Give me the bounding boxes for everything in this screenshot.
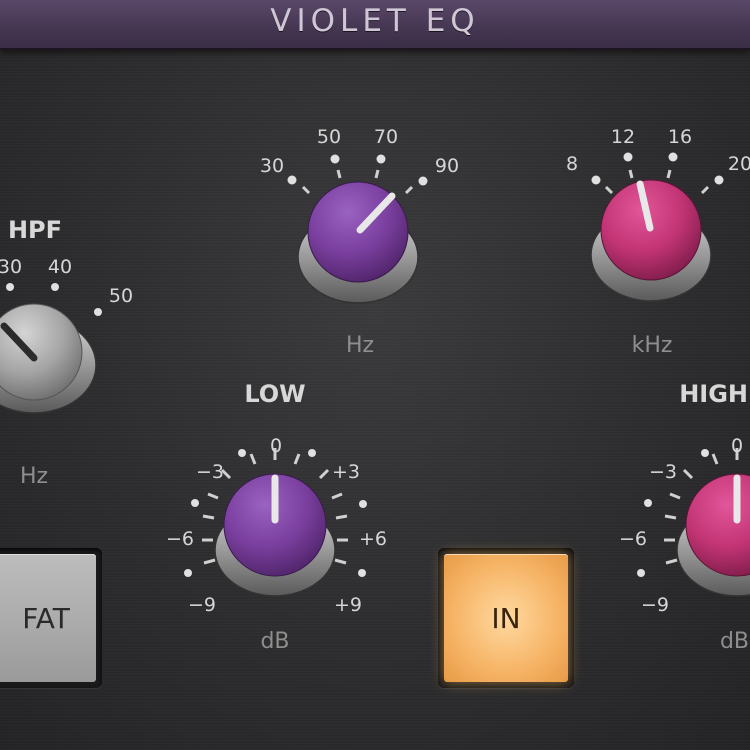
low-gain-tick-label: −9: [188, 594, 216, 616]
low-gain-tick-dot: [184, 569, 192, 577]
hpf-unit: Hz: [20, 464, 48, 489]
mid-freq-knob[interactable]: [297, 181, 419, 304]
high-gain-tick-label: 0: [731, 435, 743, 457]
low-gain-knob-group: LOW −3 0 +3 −6 +6 −9 +9 dB: [166, 380, 387, 654]
high-freq-tick-line: [666, 169, 672, 179]
low-gain-tick-label: +6: [359, 528, 387, 550]
low-gain-tick-label: 0: [270, 435, 282, 457]
hpf-label: HPF: [8, 216, 62, 244]
high-label: HIGH: [679, 380, 748, 408]
high-freq-tick-label: 12: [611, 126, 635, 148]
high-gain-tick-line: [682, 468, 694, 480]
high-freq-tick-dot: [668, 152, 678, 162]
low-gain-tick-dot: [238, 449, 246, 457]
mid-freq-tick-label: 50: [317, 126, 341, 148]
mid-freq-tick-label: 30: [260, 155, 284, 177]
mid-freq-knob-group: 30 50 70 90 Hz: [260, 126, 459, 358]
low-gain-tick-line: [207, 492, 219, 500]
high-freq-tick-dot: [623, 152, 633, 162]
low-gain-tick-line: [331, 492, 343, 500]
mid-freq-tick-dot: [330, 154, 340, 164]
high-gain-tick-dot: [701, 449, 709, 457]
high-freq-tick-line: [628, 169, 634, 179]
high-freq-tick-label: 16: [668, 126, 692, 148]
mid-freq-tick-label: 70: [374, 126, 398, 148]
low-gain-tick-dot: [191, 499, 199, 507]
high-gain-tick-dot: [637, 569, 645, 577]
mid-freq-tick-line: [336, 169, 342, 179]
hpf-knob[interactable]: [0, 303, 97, 414]
mid-freq-tick-line: [301, 185, 311, 195]
hpf-tick-dot: [94, 308, 102, 316]
low-gain-tick-line: [334, 558, 347, 565]
high-freq-tick-label: 20: [728, 153, 750, 175]
low-gain-tick-line: [318, 468, 330, 480]
hpf-tick-label: 30: [0, 256, 22, 278]
hpf-tick-dot: [6, 283, 14, 291]
mid-freq-tick-line: [404, 185, 414, 195]
high-freq-tick-label: 8: [566, 153, 578, 175]
high-gain-knob[interactable]: [676, 473, 750, 597]
low-label: LOW: [244, 380, 305, 408]
mid-freq-unit: Hz: [346, 333, 374, 358]
high-freq-tick-dot: [714, 175, 724, 185]
high-gain-tick-line: [664, 514, 677, 520]
high-freq-tick-line: [700, 185, 710, 195]
low-gain-tick-dot: [358, 569, 366, 577]
hpf-tick-label: 50: [109, 285, 133, 307]
fat-button-well: FAT: [0, 548, 102, 688]
low-gain-tick-dot: [359, 500, 367, 508]
mid-freq-tick-dot: [287, 175, 297, 185]
low-gain-tick-line: [335, 514, 348, 520]
low-gain-tick-label: +9: [334, 594, 362, 616]
high-gain-unit: dB: [720, 629, 749, 654]
low-gain-tick-line: [202, 514, 215, 520]
high-gain-tick-label: −3: [649, 461, 677, 483]
high-freq-knob-group: 8 12 16 20 kHz: [566, 126, 750, 358]
high-freq-tick-line: [604, 185, 614, 195]
high-freq-unit: kHz: [632, 333, 673, 358]
low-gain-unit: dB: [260, 629, 289, 654]
high-gain-tick-dot: [644, 499, 652, 507]
mid-freq-tick-dot: [376, 154, 386, 164]
in-button[interactable]: IN: [444, 554, 568, 682]
hpf-tick-label: 40: [48, 256, 72, 278]
fat-button[interactable]: FAT: [0, 554, 96, 682]
low-gain-tick-line: [249, 453, 257, 465]
hpf-knob-group: HPF 30 40 50 Hz: [0, 216, 133, 489]
high-gain-tick-line: [669, 492, 681, 500]
high-gain-knob-group: HIGH −3 0 −6 −9 dB: [619, 380, 750, 654]
high-gain-tick-line: [711, 453, 719, 465]
high-freq-knob[interactable]: [590, 179, 712, 302]
mid-freq-tick-dot: [418, 176, 428, 186]
hpf-tick-dot: [51, 283, 59, 291]
low-gain-tick-dot: [308, 449, 316, 457]
high-gain-tick-line: [665, 558, 678, 565]
high-gain-tick-label: −6: [619, 528, 647, 550]
low-gain-tick-label: +3: [332, 461, 360, 483]
low-gain-tick-line: [203, 558, 216, 565]
high-gain-tick-label: −9: [641, 594, 669, 616]
low-gain-tick-label: −3: [196, 461, 224, 483]
low-gain-knob[interactable]: [214, 473, 336, 597]
high-freq-tick-dot: [591, 175, 601, 185]
eq-panel: VIOLET EQ HPF 30 40 50 Hz 30 50 70 90 Hz…: [0, 0, 750, 750]
low-gain-tick-line: [293, 453, 301, 465]
low-gain-tick-label: −6: [166, 528, 194, 550]
mid-freq-tick-label: 90: [435, 155, 459, 177]
in-button-well: IN: [438, 548, 574, 688]
controls-layer: HPF 30 40 50 Hz 30 50 70 90 Hz 8 12 16 2…: [0, 126, 750, 654]
mid-freq-tick-line: [374, 169, 380, 179]
